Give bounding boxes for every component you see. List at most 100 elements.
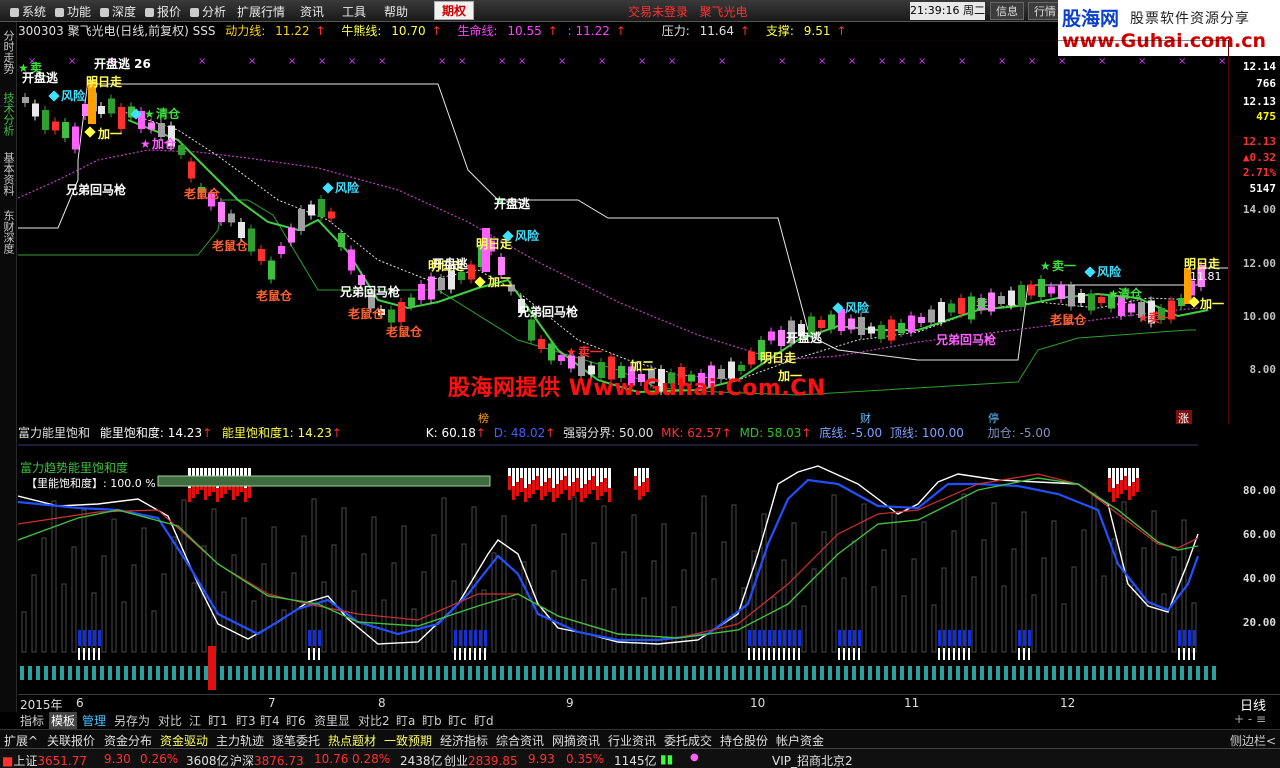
cy-index[interactable]: 创业2839.85 — [444, 752, 518, 768]
link-industry[interactable]: 行业资讯 — [608, 732, 656, 749]
tab-eastmoney-depth[interactable]: 东财深度 — [2, 210, 15, 254]
menu-help[interactable]: 帮助 — [384, 3, 408, 20]
pressure-value: 压力: 11.64 ↑ — [661, 24, 751, 38]
x-marker: × — [638, 56, 646, 67]
baseline-bar — [764, 666, 768, 680]
event-labels: 榜 财 停 涨 — [478, 410, 1192, 424]
saturation-bar — [528, 484, 531, 498]
menu-depth[interactable]: 深度 — [100, 3, 136, 20]
saturation-bar — [576, 478, 579, 492]
saturation-bar — [1128, 486, 1131, 500]
baseline-bar — [292, 666, 296, 680]
baseline-bar — [308, 666, 312, 680]
link-holdings[interactable]: 持仓股份 — [720, 732, 768, 749]
link-main-track[interactable]: 主力轨迹 — [216, 732, 264, 749]
baseline-bar — [300, 666, 304, 680]
hs-index[interactable]: 沪深3876.73 — [230, 752, 304, 768]
tab-manage[interactable]: 管理 — [82, 712, 106, 729]
zoom-controls[interactable]: + - ≡ — [1234, 712, 1266, 726]
brother-spear-label: 兄弟回马枪 — [339, 284, 400, 299]
event-label-bang[interactable]: 榜 — [478, 411, 489, 424]
add-position-label: 加仓 — [151, 136, 177, 151]
saturation-bar — [608, 468, 611, 488]
event-label-cai[interactable]: 财 — [860, 411, 871, 424]
blue-signal-bar — [474, 630, 477, 646]
quote-button[interactable]: 行情 — [1028, 2, 1062, 20]
saturation-bar — [228, 468, 231, 476]
link-account[interactable]: 帐户资金 — [776, 732, 824, 749]
baseline-bar — [1076, 666, 1080, 680]
options-button[interactable]: 期权 — [434, 1, 474, 20]
tab-technical[interactable]: 技术分析 — [2, 92, 15, 136]
event-label-ting[interactable]: 停 — [988, 411, 999, 424]
baseline-bar — [316, 666, 320, 680]
menu-ext-quote[interactable]: 扩展行情 — [237, 3, 285, 20]
link-related-quote[interactable]: 关联报价 — [47, 732, 95, 749]
diamond-icon — [1084, 266, 1096, 278]
tab-ding4[interactable]: 盯4 — [260, 712, 280, 729]
tab-template[interactable]: 模板 — [49, 712, 78, 729]
tab-ding-d[interactable]: 盯d — [474, 712, 494, 729]
vip-server[interactable]: VIP_招商北京2 — [772, 752, 853, 768]
blue-signal-bar — [469, 630, 472, 646]
tab-ding-a[interactable]: 盯a — [396, 712, 415, 729]
baseline-bar — [396, 666, 400, 680]
tab-capital-display[interactable]: 资里显 — [314, 712, 350, 729]
sh-index[interactable]: ■上证3651.77 — [2, 752, 87, 768]
info-button[interactable]: 信息 — [990, 2, 1024, 20]
menu-tools[interactable]: 工具 — [342, 3, 366, 20]
trade-login-status[interactable]: 交易未登录 聚飞光电 — [628, 3, 747, 20]
baseline-bar — [476, 666, 480, 680]
link-consensus[interactable]: 一致预期 — [384, 732, 432, 749]
event-label-zhang[interactable]: 涨 — [1178, 412, 1189, 424]
link-tick-orders[interactable]: 逐笔委托 — [272, 732, 320, 749]
menu-news[interactable]: 资讯 — [300, 3, 324, 20]
tab-save-as[interactable]: 另存为 — [114, 712, 150, 729]
candle-body — [1098, 297, 1105, 303]
baseline-bar — [468, 666, 472, 680]
support-value: 支撑: 9.51 ↑ — [765, 24, 847, 38]
cy-amount: 1145亿 — [614, 754, 657, 768]
candle-body — [298, 209, 305, 231]
baseline-bar — [436, 666, 440, 680]
link-web-digest[interactable]: 网摘资讯 — [552, 732, 600, 749]
link-hot-topics[interactable]: 热点题材 — [328, 732, 376, 749]
candle-body — [528, 319, 535, 341]
link-orders[interactable]: 委托成交 — [664, 732, 712, 749]
tab-compare[interactable]: 对比 — [158, 712, 182, 729]
link-economic[interactable]: 经济指标 — [440, 732, 488, 749]
tab-fundamentals[interactable]: 基本资料 — [2, 152, 15, 196]
tab-jiang[interactable]: 江 — [189, 712, 201, 729]
baseline-bar — [1156, 666, 1160, 680]
tab-intraday[interactable]: 分时走势 — [2, 30, 15, 74]
candle-body — [1048, 286, 1055, 294]
tab-compare2[interactable]: 对比2 — [358, 712, 390, 729]
baseline-bar — [1140, 666, 1144, 680]
baseline-bar — [68, 666, 72, 680]
link-news[interactable]: 综合资讯 — [496, 732, 544, 749]
candle-body — [1028, 284, 1035, 296]
tab-ding1[interactable]: 盯1 — [208, 712, 228, 729]
saturation-bar — [638, 468, 641, 486]
menu-function[interactable]: 功能 — [55, 3, 91, 20]
link-expand[interactable]: 扩展^ — [4, 732, 38, 749]
tab-indicator[interactable]: 指标 — [20, 712, 44, 729]
white-signal-bar — [1018, 648, 1020, 660]
rat-position-label: 老鼠仓 — [184, 186, 221, 201]
baseline-bar — [420, 666, 424, 680]
sub-indicator-title[interactable]: 富力能里饱和 — [18, 426, 90, 440]
tab-ding3[interactable]: 盯3 — [236, 712, 256, 729]
tab-ding-c[interactable]: 盯c — [448, 712, 467, 729]
candle-body — [988, 292, 995, 312]
rat-position-label: 老鼠仓 — [212, 238, 249, 253]
menu-system[interactable]: 系统 — [10, 3, 46, 20]
link-capital-dist[interactable]: 资金分布 — [104, 732, 152, 749]
menu-quote[interactable]: 报价 — [145, 3, 181, 20]
tab-ding6[interactable]: 盯6 — [286, 712, 306, 729]
tab-ding-b[interactable]: 盯b — [422, 712, 442, 729]
menu-analysis[interactable]: 分析 — [190, 3, 226, 20]
oscillator-chart[interactable]: 富力趋势能里饱和度 【里能饱和度】: 100.0 % — [18, 444, 1228, 692]
link-capital-drive[interactable]: 资金驱动 — [160, 732, 208, 749]
sidebar-toggle[interactable]: 侧边栏< — [1230, 732, 1276, 749]
price-chart[interactable]: × × × × × × × × × × × × × × × × × × × × × × × × × × × × × × × × ★ 卖开盘逃开盘… — [18, 40, 1228, 424]
